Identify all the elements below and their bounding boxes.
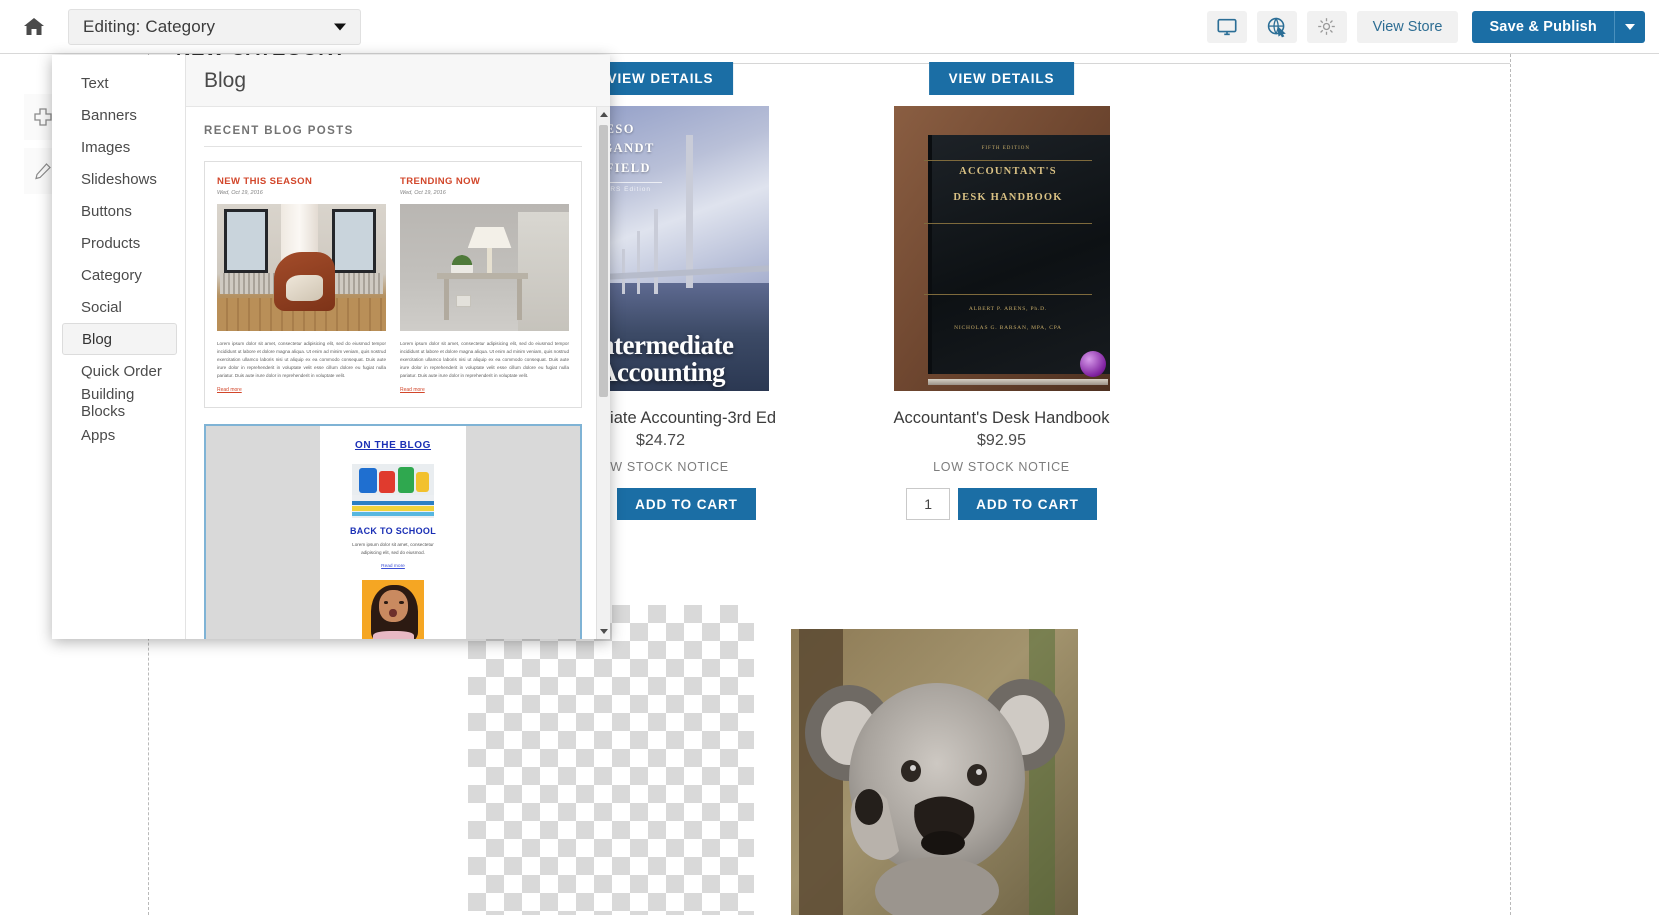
blog-post-image [400, 204, 569, 331]
book-kicker: FIFTH EDITION [981, 145, 1031, 151]
template-item-image [362, 580, 424, 639]
save-publish-dropdown[interactable] [1614, 10, 1645, 43]
element-library-nav: Text Banners Images Slideshows Buttons P… [52, 55, 186, 639]
settings-button[interactable] [1306, 10, 1347, 43]
nav-item-products[interactable]: Products [62, 227, 177, 259]
blog-post-date: Wed, Oct 19, 2016 [400, 190, 446, 196]
add-to-cart-button[interactable]: ADD TO CART [617, 488, 756, 520]
template-item-image [352, 464, 434, 519]
blog-post-title: TRENDING NOW [400, 176, 481, 187]
nav-item-banners[interactable]: Banners [62, 99, 177, 131]
cart-row: 1 ADD TO CART [831, 488, 1172, 520]
save-publish-group: Save & Publish [1472, 10, 1645, 43]
home-button[interactable] [12, 0, 56, 54]
panel-scroll-area: RECENT BLOG POSTS NEW THIS SEASON Wed, O… [186, 107, 610, 639]
blog-post-body: Lorem ipsum dolor sit amet, consectetur … [400, 341, 569, 379]
template-preview-page: ON THE BLOG BACK TO SCHOOL Lorem ipsum d… [320, 426, 466, 639]
element-library-flyout: Text Banners Images Slideshows Buttons P… [52, 55, 610, 639]
scroll-up-arrow [599, 112, 608, 117]
book-author-2: NICHOLAS G. BARSAN, MPA, CPA [954, 325, 1062, 332]
view-details-button-top[interactable]: VIEW DETAILS [928, 62, 1075, 95]
blog-post-title: NEW THIS SEASON [217, 176, 313, 187]
product-name: Accountant's Desk Handbook [893, 409, 1110, 427]
panel-scrollbar[interactable] [596, 107, 610, 639]
top-toolbar: Editing: Category View Store Save & Publ… [0, 0, 1659, 54]
globe-cursor-icon [1267, 16, 1286, 37]
add-to-cart-button[interactable]: ADD TO CART [958, 488, 1097, 520]
save-publish-button[interactable]: Save & Publish [1472, 10, 1614, 43]
editing-context-label: Editing: Category [83, 16, 216, 36]
book-title-line1: ACCOUNTANT'S [959, 165, 1057, 177]
chevron-down-icon [1625, 23, 1635, 30]
koala-photo-art [791, 629, 1078, 915]
nav-item-quick-order[interactable]: Quick Order [62, 355, 177, 387]
template-heading: ON THE BLOG [354, 440, 432, 452]
blog-post-preview: TRENDING NOW Wed, Oct 19, 2016 Lorem ips… [400, 176, 569, 393]
nav-item-category[interactable]: Category [62, 259, 177, 291]
section-label: RECENT BLOG POSTS [204, 125, 582, 147]
image-placeholder[interactable] [468, 605, 754, 915]
nav-item-images[interactable]: Images [62, 131, 177, 163]
nav-item-apps[interactable]: Apps [62, 419, 177, 451]
scrollbar-thumb[interactable] [599, 125, 608, 397]
panel-header: Blog [186, 55, 610, 107]
pencil-icon [35, 163, 51, 180]
device-preview-button[interactable] [1206, 10, 1247, 43]
template-item-title: BACK TO SCHOOL [349, 526, 437, 537]
app-root: NEW CATEGORY ADD TO CART MILLER & JENTZ … [0, 0, 1659, 915]
nav-item-buttons[interactable]: Buttons [62, 195, 177, 227]
monitor-icon [1217, 18, 1237, 35]
blog-post-read-more[interactable]: Read more [400, 387, 569, 393]
product-card[interactable]: VIEW DETAILS FIFTH EDITION ACCOUNTANT'S … [831, 62, 1172, 520]
gear-icon [1318, 18, 1335, 35]
chevron-down-icon [334, 23, 346, 30]
blog-post-image [217, 204, 386, 331]
nav-item-building-blocks[interactable]: Building Blocks [62, 386, 177, 420]
home-icon [24, 17, 44, 35]
template-item-body: Lorem ipsum dolor sit amet, consectetur … [352, 542, 434, 556]
book-title-line2: DESK HANDBOOK [953, 191, 1063, 203]
nav-item-social[interactable]: Social [62, 291, 177, 323]
product-stock-notice: LOW STOCK NOTICE [933, 460, 1070, 474]
nav-item-slideshows[interactable]: Slideshows [62, 163, 177, 195]
template-item-read-more[interactable]: Read more [328, 564, 458, 569]
element-library-panel: Blog RECENT BLOG POSTS NEW THIS SEASON W… [186, 55, 610, 639]
nav-item-text[interactable]: Text [62, 67, 177, 99]
blog-post-body: Lorem ipsum dolor sit amet, consectetur … [217, 341, 386, 379]
blog-post-date: Wed, Oct 19, 2016 [217, 190, 263, 196]
blog-post-read-more[interactable]: Read more [217, 387, 386, 393]
blog-post-preview: NEW THIS SEASON Wed, Oct 19, 2016 Lorem … [217, 176, 386, 393]
scroll-down-arrow [599, 629, 608, 634]
toolbar-actions: View Store Save & Publish [1206, 10, 1659, 43]
preview-site-button[interactable] [1256, 10, 1297, 43]
panel-title: Blog [204, 68, 247, 92]
product-cover-image: FIFTH EDITION ACCOUNTANT'S DESK HANDBOOK… [893, 106, 1110, 391]
koala-image[interactable] [791, 629, 1078, 915]
quantity-input[interactable]: 1 [906, 488, 951, 520]
scroll-down-button[interactable] [597, 624, 610, 639]
view-store-button[interactable]: View Store [1356, 10, 1459, 43]
blog-template-on-the-blog[interactable]: ON THE BLOG BACK TO SCHOOL Lorem ipsum d… [204, 424, 582, 639]
book-author-1: ALBERT P. ARENS, Ph.D. [968, 305, 1048, 312]
plus-icon [34, 108, 52, 126]
editing-context-dropdown[interactable]: Editing: Category [68, 8, 361, 45]
blog-template-recent-posts[interactable]: NEW THIS SEASON Wed, Oct 19, 2016 Lorem … [204, 161, 582, 409]
scroll-up-button[interactable] [597, 107, 610, 122]
product-price: $92.95 [977, 432, 1026, 449]
nav-item-blog[interactable]: Blog [62, 323, 177, 355]
